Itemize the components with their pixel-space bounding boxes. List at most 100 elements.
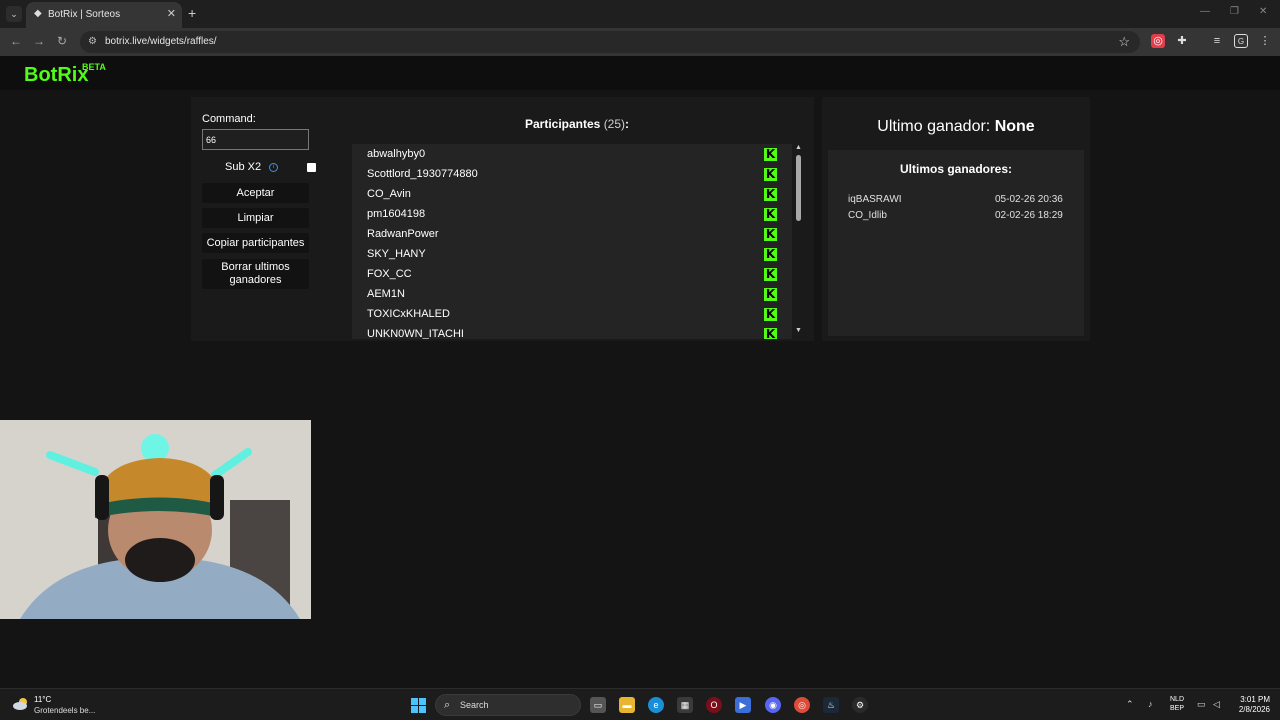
- sub-x2-checkbox[interactable]: [307, 163, 316, 172]
- participant-name: FOX_CC: [367, 268, 412, 280]
- extensions-puzzle-icon[interactable]: ✚: [1175, 34, 1189, 48]
- extension-icon[interactable]: ◎: [1151, 34, 1165, 48]
- close-tab-icon[interactable]: ✕: [167, 7, 176, 20]
- weather-description: Grotendeels be...: [34, 706, 96, 715]
- kick-platform-icon: K: [764, 207, 777, 221]
- participants-count: (25): [603, 117, 626, 131]
- minimize-icon[interactable]: —: [1200, 6, 1210, 17]
- settings-gear-icon[interactable]: ⚙: [852, 697, 868, 713]
- participant-row[interactable]: pm1604198 K: [352, 205, 792, 225]
- command-label: Command:: [202, 113, 256, 125]
- network-icon[interactable]: ▭: [1197, 699, 1206, 710]
- search-placeholder: Search: [460, 700, 489, 710]
- tab-search-icon[interactable]: ⌄: [6, 6, 22, 22]
- copy-participants-button[interactable]: Copiar participantes: [202, 233, 309, 253]
- participant-row[interactable]: FOX_CC K: [352, 265, 792, 285]
- participant-row[interactable]: CO_Avin K: [352, 185, 792, 205]
- file-explorer-icon[interactable]: ▬: [619, 697, 635, 713]
- profile-icon[interactable]: G: [1234, 34, 1248, 48]
- winner-date: 05-02-26 20:36: [995, 194, 1063, 205]
- participant-name: RadwanPower: [367, 228, 439, 240]
- windows-start-icon[interactable]: [411, 698, 426, 713]
- task-view-icon[interactable]: ▭: [590, 697, 606, 713]
- weather-cloud-icon[interactable]: [12, 697, 30, 711]
- kick-platform-icon: K: [764, 307, 777, 321]
- weather-temperature: 11°C: [34, 695, 52, 704]
- site-info-icon[interactable]: ⚙: [88, 36, 97, 47]
- command-input[interactable]: [202, 129, 309, 150]
- last-winner-value: None: [994, 118, 1035, 135]
- steam-icon[interactable]: ♨: [823, 697, 839, 713]
- bookmark-star-icon[interactable]: ☆: [1118, 34, 1130, 50]
- kick-platform-icon: K: [764, 327, 777, 339]
- participant-name: pm1604198: [367, 208, 426, 220]
- recent-winners-box: [828, 150, 1084, 336]
- participants-list[interactable]: abwalhyby0 K Scottlord_1930774880 K CO_Avin K…: [352, 144, 792, 339]
- last-winner-label: Ultimo ganador:: [877, 118, 991, 135]
- tray-chevron-up-icon[interactable]: ⌃: [1126, 699, 1134, 710]
- tab-title: BotRix | Sorteos: [48, 9, 121, 20]
- microphone-icon[interactable]: ♪: [1148, 699, 1153, 709]
- participant-name: TOXICxKHALED: [367, 308, 450, 320]
- webcam-overlay: [0, 420, 311, 619]
- accept-button[interactable]: Aceptar: [202, 183, 309, 203]
- kick-platform-icon: K: [764, 287, 777, 301]
- winner-name: iqBASRAWI: [848, 194, 902, 205]
- media-control-icon[interactable]: ≡: [1210, 34, 1224, 48]
- kick-platform-icon: K: [764, 227, 777, 241]
- participant-name: UNKN0WN_ITACHI: [367, 328, 464, 339]
- scroll-down-arrow-icon[interactable]: ▼: [795, 327, 802, 334]
- participants-colon: :: [625, 117, 630, 131]
- restore-icon[interactable]: ❐: [1230, 6, 1239, 17]
- participant-name: AEM1N: [367, 288, 405, 300]
- webcam-image: [0, 420, 311, 619]
- kick-platform-icon: K: [764, 167, 777, 181]
- keyboard-layout: BEP: [1170, 705, 1185, 712]
- app-icon[interactable]: ▶: [735, 697, 751, 713]
- discord-icon[interactable]: ◉: [765, 697, 781, 713]
- clear-button[interactable]: Limpiar: [202, 208, 309, 228]
- opera-gx-icon[interactable]: O: [706, 697, 722, 713]
- participant-row[interactable]: UNKN0WN_ITACHI K: [352, 325, 792, 339]
- forward-icon[interactable]: →: [33, 34, 45, 48]
- volume-icon[interactable]: ◁: [1213, 699, 1220, 710]
- participant-row[interactable]: TOXICxKHALED K: [352, 305, 792, 325]
- store-icon[interactable]: ▦: [677, 697, 693, 713]
- participant-row[interactable]: AEM1N K: [352, 285, 792, 305]
- system-clock[interactable]: 3:01 PM 2/8/2026: [1232, 695, 1270, 715]
- favicon-icon: ◆: [34, 8, 42, 19]
- language-code: NLD: [1170, 696, 1185, 703]
- kick-platform-icon: K: [764, 187, 777, 201]
- chrome-icon[interactable]: ◎: [794, 697, 810, 713]
- reload-icon[interactable]: ↻: [57, 34, 67, 48]
- menu-icon[interactable]: ⋮: [1258, 34, 1272, 48]
- delete-winners-button[interactable]: Borrar ultimos ganadores: [202, 259, 309, 289]
- window-close-icon[interactable]: ✕: [1259, 6, 1267, 17]
- participant-row[interactable]: SKY_HANY K: [352, 245, 792, 265]
- windows-taskbar: 11°C Grotendeels be... ⌕ Search ▭ ▬ e ▦ …: [0, 688, 1280, 720]
- taskbar-search[interactable]: ⌕ Search: [435, 694, 581, 716]
- info-icon[interactable]: i: [269, 163, 278, 172]
- new-tab-icon[interactable]: +: [188, 5, 196, 21]
- address-url: botrix.live/widgets/raffles/: [105, 36, 217, 47]
- participant-name: CO_Avin: [367, 188, 411, 200]
- address-bar[interactable]: ⚙ botrix.live/widgets/raffles/ ☆: [80, 31, 1140, 53]
- back-icon[interactable]: ←: [10, 34, 22, 48]
- kick-platform-icon: K: [764, 147, 777, 161]
- participant-row[interactable]: RadwanPower K: [352, 225, 792, 245]
- participant-row[interactable]: Scottlord_1930774880 K: [352, 165, 792, 185]
- language-indicator[interactable]: NLD BEP: [1170, 695, 1184, 713]
- participants-heading: Participantes: [524, 117, 601, 131]
- edge-icon[interactable]: e: [648, 697, 664, 713]
- sub-x2-label: Sub X2: [225, 161, 262, 173]
- participant-row[interactable]: abwalhyby0 K: [352, 145, 792, 165]
- scroll-up-arrow-icon[interactable]: ▲: [795, 144, 802, 151]
- browser-tab[interactable]: ◆ BotRix | Sorteos ✕: [26, 2, 182, 28]
- participant-name: Scottlord_1930774880: [367, 168, 478, 180]
- winner-name: CO_Idlib: [848, 210, 887, 221]
- scrollbar-thumb[interactable]: [796, 155, 801, 221]
- browser-toolbar: ← → ↻ ⚙ botrix.live/widgets/raffles/ ☆ ◎…: [0, 28, 1280, 56]
- participants-title: Participantes (25):: [352, 117, 802, 131]
- botrix-logo[interactable]: BotRix: [24, 64, 88, 87]
- beta-badge: BETA: [82, 62, 106, 72]
